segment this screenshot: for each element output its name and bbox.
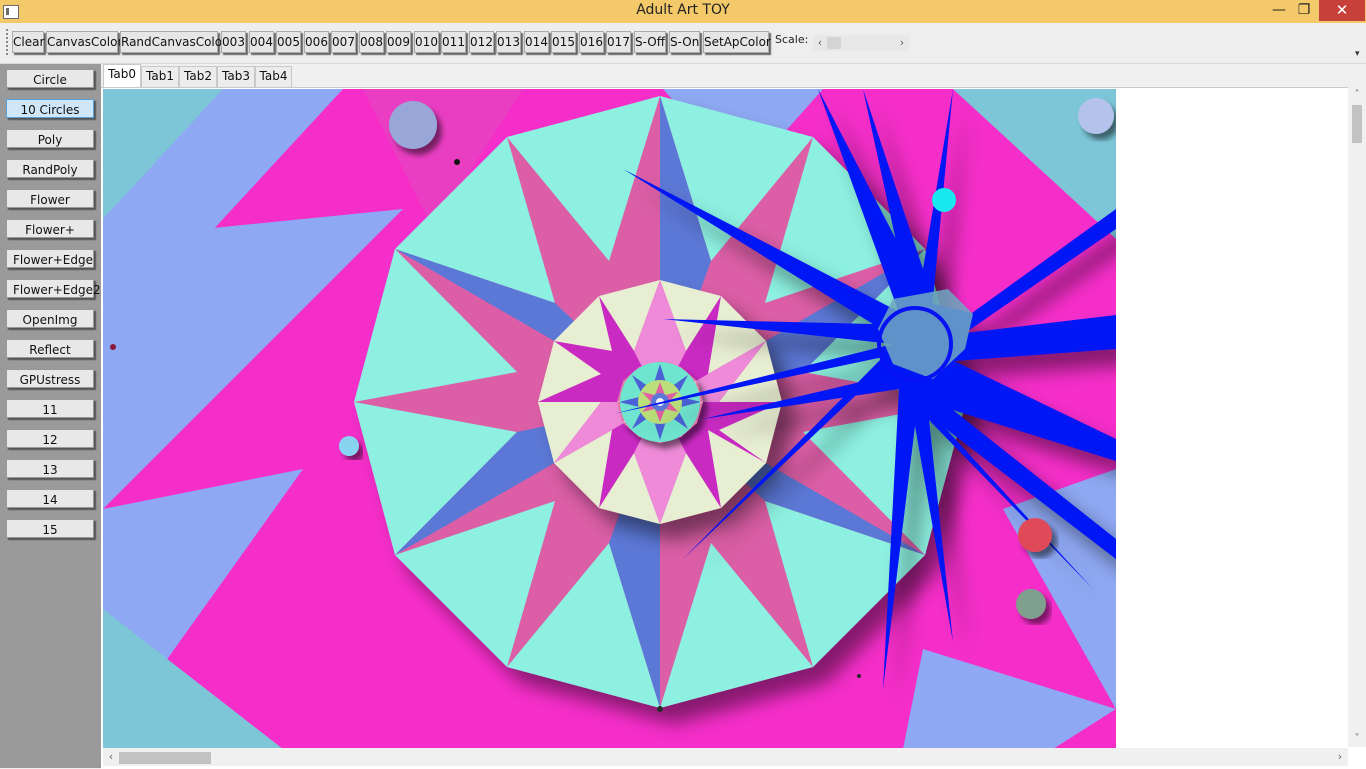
toolbar-button-013[interactable]: 013 <box>496 31 521 53</box>
toolbar-button-007[interactable]: 007 <box>331 31 356 53</box>
toolbar-button-008[interactable]: 008 <box>359 31 384 53</box>
scale-left-arrow-icon[interactable]: ‹ <box>813 35 827 51</box>
poly-button[interactable]: Poly <box>6 129 94 148</box>
tab-0[interactable]: Tab0 <box>103 64 141 87</box>
canvas-area <box>101 87 1366 769</box>
sidebar-button-14[interactable]: 14 <box>6 489 94 508</box>
sidebar-button-15[interactable]: 15 <box>6 519 94 538</box>
toolbar-button-016[interactable]: 016 <box>579 31 604 53</box>
toolbar-button-017[interactable]: 017 <box>606 31 631 53</box>
restore-button[interactable]: ❐ <box>1290 0 1318 21</box>
circle-button[interactable]: Circle <box>6 69 94 88</box>
vertical-scroll-thumb[interactable] <box>1352 105 1362 143</box>
generated-art <box>103 89 1116 749</box>
minimize-button[interactable]: — <box>1265 0 1293 21</box>
toolbar-button-003[interactable]: 003 <box>221 31 246 53</box>
canvas-color-button[interactable]: CanvasColor <box>46 31 122 53</box>
toolbar-button-015[interactable]: 015 <box>551 31 576 53</box>
toolbar-button-005[interactable]: 005 <box>276 31 301 53</box>
toolbar-button-004[interactable]: 004 <box>249 31 274 53</box>
sidebar-button-11[interactable]: 11 <box>6 399 94 418</box>
toolbar-button-014[interactable]: 014 <box>524 31 549 53</box>
art-canvas[interactable] <box>103 89 1116 749</box>
reflect-button[interactable]: Reflect <box>6 339 94 358</box>
window-title: Adult Art TOY <box>636 2 730 18</box>
ten-circles-button[interactable]: 10 Circles <box>6 99 94 118</box>
scroll-up-icon[interactable]: ˄ <box>1348 87 1366 103</box>
s-on-button[interactable]: S-On <box>669 31 700 53</box>
toolbar-button-012[interactable]: 012 <box>469 31 494 53</box>
sidebar-button-12[interactable]: 12 <box>6 429 94 448</box>
scale-right-arrow-icon[interactable]: › <box>895 35 909 51</box>
tab-3[interactable]: Tab3 <box>217 66 255 87</box>
flower-edge-button[interactable]: Flower+Edge <box>6 249 94 268</box>
scroll-left-icon[interactable]: ‹ <box>103 748 119 766</box>
tab-1[interactable]: Tab1 <box>141 66 179 87</box>
sidebar-button-13[interactable]: 13 <box>6 459 94 478</box>
tab-strip: Tab0 Tab1 Tab2 Tab3 Tab4 <box>101 64 1366 87</box>
horizontal-scroll-thumb[interactable] <box>119 752 211 764</box>
title-bar: Adult Art TOY — ❐ ✕ <box>0 0 1366 23</box>
set-ap-color-button[interactable]: SetApColor <box>703 31 771 53</box>
toolbar-button-010[interactable]: 010 <box>414 31 439 53</box>
flower-plus-button[interactable]: Flower+ <box>6 219 94 238</box>
toolbar-button-009[interactable]: 009 <box>386 31 411 53</box>
horizontal-scrollbar[interactable]: ‹ › <box>103 748 1348 766</box>
toolbar-button-006[interactable]: 006 <box>304 31 329 53</box>
scale-label: Scale: <box>775 33 809 46</box>
close-button[interactable]: ✕ <box>1319 0 1365 21</box>
vertical-scrollbar[interactable]: ˄ ˅ <box>1348 87 1366 747</box>
sidebar: Circle 10 Circles Poly RandPoly Flower F… <box>0 64 101 768</box>
toolbar-button-011[interactable]: 011 <box>441 31 466 53</box>
tab-4[interactable]: Tab4 <box>255 66 292 87</box>
clear-button[interactable]: Clear <box>12 31 44 53</box>
scale-slider[interactable]: ‹ › <box>813 35 909 51</box>
flower-button[interactable]: Flower <box>6 189 94 208</box>
s-off-button[interactable]: S-Off <box>634 31 666 53</box>
toolbar-overflow-icon[interactable]: ▾ <box>1355 49 1363 61</box>
toolbar-grip[interactable] <box>6 29 11 55</box>
open-img-button[interactable]: OpenImg <box>6 309 94 328</box>
flower-edge2-button[interactable]: Flower+Edge2 <box>6 279 101 298</box>
scroll-down-icon[interactable]: ˅ <box>1348 731 1366 747</box>
scroll-right-icon[interactable]: › <box>1332 748 1348 766</box>
scale-slider-thumb[interactable] <box>827 37 841 49</box>
rand-canvas-color-button[interactable]: RandCanvasColor <box>120 31 227 53</box>
gpu-stress-button[interactable]: GPUstress <box>6 369 94 388</box>
rand-poly-button[interactable]: RandPoly <box>6 159 94 178</box>
toolbar: Clear CanvasColor RandCanvasColor 003 00… <box>0 23 1366 64</box>
tab-2[interactable]: Tab2 <box>179 66 217 87</box>
